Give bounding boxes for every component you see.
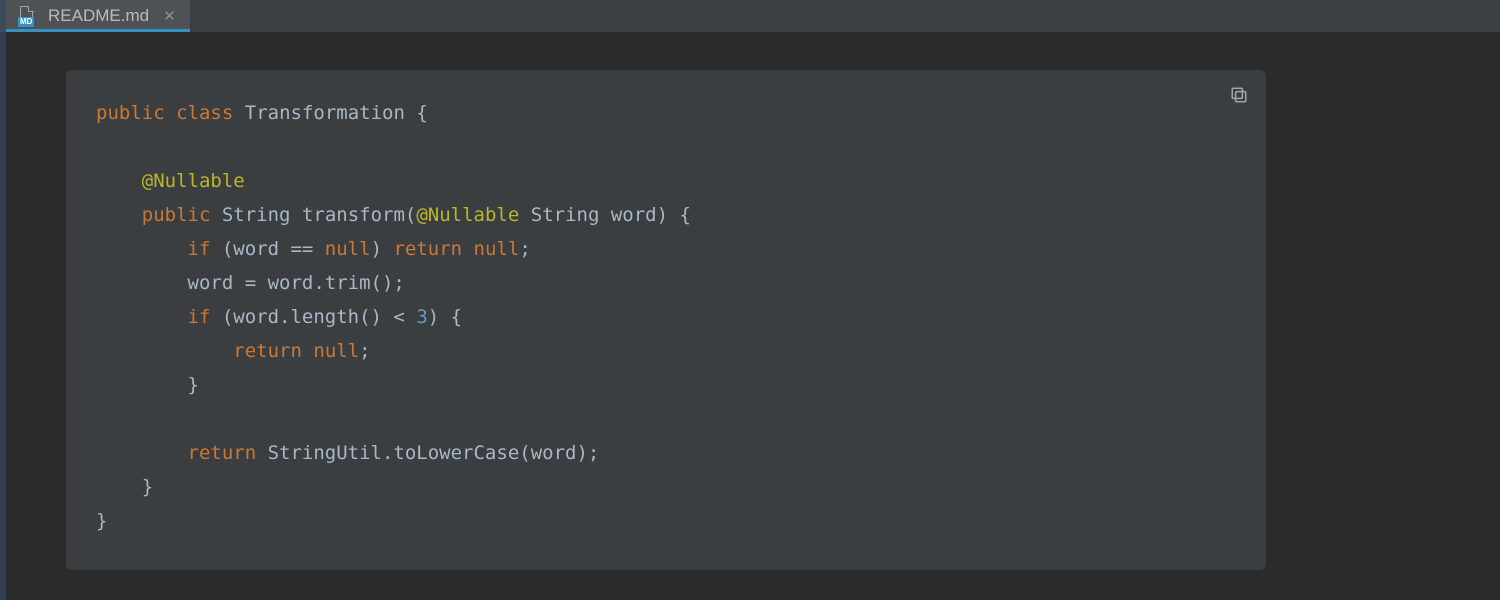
- code-block: public class Transformation { @Nullable …: [66, 70, 1266, 570]
- code-content: public class Transformation { @Nullable …: [96, 96, 1236, 538]
- close-icon[interactable]: ✕: [163, 7, 176, 25]
- editor-area[interactable]: public class Transformation { @Nullable …: [0, 32, 1500, 600]
- copy-icon[interactable]: [1230, 86, 1250, 106]
- tab-label: README.md: [48, 6, 149, 26]
- markdown-file-icon: MD: [18, 6, 38, 26]
- editor-window: MD README.md ✕ public class Transformati…: [0, 0, 1500, 600]
- tab-readme[interactable]: MD README.md ✕: [6, 0, 190, 32]
- tab-bar: MD README.md ✕: [0, 0, 1500, 32]
